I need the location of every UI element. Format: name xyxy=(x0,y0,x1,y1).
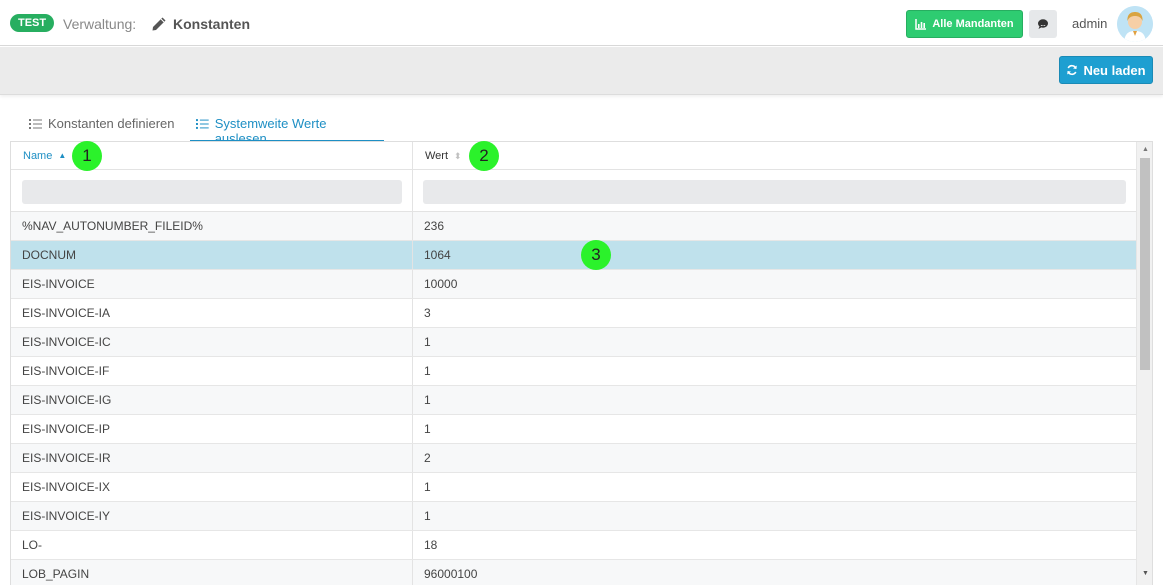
cell-wert: 10000 xyxy=(424,277,458,291)
cell-name: EIS-INVOICE-IR xyxy=(11,444,413,472)
cell-name: EIS-INVOICE-IF xyxy=(11,357,413,385)
column-header-label: Name xyxy=(23,150,53,162)
cell-wert: 18 xyxy=(424,538,438,552)
table-row[interactable]: EIS-INVOICE-IY 1 xyxy=(11,502,1136,531)
cell-wert: 1 xyxy=(424,509,431,523)
marker-2: 2 xyxy=(469,141,499,171)
cell-name: EIS-INVOICE-IG xyxy=(11,386,413,414)
tab-read-system-values[interactable]: Systemweite Werte auslesen xyxy=(190,112,384,146)
column-header-wert[interactable]: Wert ⬍ xyxy=(413,142,1136,170)
app-header: TEST Verwaltung: Konstanten Alle Mandant… xyxy=(0,0,1163,46)
cell-wert: 1 xyxy=(424,335,431,349)
table-row[interactable]: EIS-INVOICE-IA 3 xyxy=(11,299,1136,328)
table-row[interactable]: EIS-INVOICE-IX 1 xyxy=(11,473,1136,502)
list-icon xyxy=(196,119,209,129)
toolbar: Neu laden xyxy=(0,47,1163,95)
environment-badge: TEST xyxy=(10,14,55,32)
page-title: Konstanten xyxy=(173,16,250,32)
chart-icon xyxy=(915,19,927,30)
chat-button[interactable]: ... xyxy=(1029,10,1057,38)
all-clients-label: Alle Mandanten xyxy=(932,18,1014,30)
tab-bar: Konstanten definieren Systemweite Werte … xyxy=(0,104,1163,146)
wert-filter-input[interactable] xyxy=(423,180,1126,204)
svg-text:...: ... xyxy=(1040,22,1045,28)
cell-name: EIS-INVOICE-IY xyxy=(11,502,413,530)
cell-name: EIS-INVOICE-IX xyxy=(11,473,413,501)
cell-name: EIS-INVOICE-IA xyxy=(11,299,413,327)
cell-name: EIS-INVOICE xyxy=(11,270,413,298)
table-row[interactable]: EIS-INVOICE-IP 1 xyxy=(11,415,1136,444)
cell-name: DOCNUM xyxy=(11,241,413,269)
name-filter-input[interactable] xyxy=(22,180,402,204)
cell-name: %NAV_AUTONUMBER_FILEID% xyxy=(11,212,413,240)
list-icon xyxy=(29,119,42,129)
grid-rows: %NAV_AUTONUMBER_FILEID% 236 DOCNUM 1064 EIS-… xyxy=(11,212,1136,585)
marker-3: 3 xyxy=(581,240,611,270)
cell-wert: 1 xyxy=(424,480,431,494)
table-row[interactable]: LOB_PAGIN 96000100 xyxy=(11,560,1136,585)
scrollbar-thumb[interactable] xyxy=(1140,158,1150,370)
constants-grid: Name ▲ Wert ⬍ %NAV_AUTONUMBER_FILEID% 236 DO… xyxy=(10,141,1153,585)
user-name[interactable]: admin xyxy=(1072,16,1107,31)
comment-icon: ... xyxy=(1038,19,1048,29)
avatar[interactable] xyxy=(1117,6,1153,42)
filter-cell-name xyxy=(11,170,413,212)
table-row[interactable]: EIS-INVOICE-IR 2 xyxy=(11,444,1136,473)
table-row[interactable]: EIS-INVOICE-IF 1 xyxy=(11,357,1136,386)
table-row[interactable]: EIS-INVOICE-IC 1 xyxy=(11,328,1136,357)
cell-name: EIS-INVOICE-IP xyxy=(11,415,413,443)
sort-neutral-icon: ⬍ xyxy=(454,151,462,161)
tab-label: Konstanten definieren xyxy=(48,116,175,131)
cell-wert: 3 xyxy=(424,306,431,320)
tab-define-constants[interactable]: Konstanten definieren xyxy=(23,112,180,142)
sort-ascending-icon: ▲ xyxy=(58,151,67,160)
cell-name: LO- xyxy=(11,531,413,559)
cell-wert: 236 xyxy=(424,219,445,233)
cell-name: EIS-INVOICE-IC xyxy=(11,328,413,356)
cell-wert: 96000100 xyxy=(424,567,478,581)
filter-cell-wert xyxy=(413,170,1136,212)
grid-filter-row xyxy=(11,170,1136,212)
grid-header-row: Name ▲ Wert ⬍ xyxy=(11,142,1136,170)
breadcrumb-label: Verwaltung: xyxy=(63,16,137,32)
cell-name: LOB_PAGIN xyxy=(11,560,413,585)
reload-button[interactable]: Neu laden xyxy=(1059,56,1153,84)
refresh-icon xyxy=(1067,64,1078,76)
column-header-label: Wert xyxy=(425,150,449,162)
scroll-down-arrow-icon[interactable]: ▼ xyxy=(1137,566,1152,581)
scroll-up-arrow-icon[interactable]: ▲ xyxy=(1137,142,1152,157)
table-row[interactable]: %NAV_AUTONUMBER_FILEID% 236 xyxy=(11,212,1136,241)
cell-wert: 1 xyxy=(424,422,431,436)
cell-wert: 2 xyxy=(424,451,431,465)
cell-wert: 1 xyxy=(424,393,431,407)
pencil-icon xyxy=(152,17,166,31)
reload-label: Neu laden xyxy=(1083,62,1146,78)
marker-1: 1 xyxy=(72,141,102,171)
cell-wert: 1064 xyxy=(424,248,451,262)
all-clients-button[interactable]: Alle Mandanten xyxy=(906,10,1023,38)
user-avatar-icon xyxy=(1117,6,1153,42)
table-row[interactable]: LO- 18 xyxy=(11,531,1136,560)
vertical-scrollbar[interactable]: ▲ ▼ xyxy=(1136,142,1152,585)
table-row[interactable]: EIS-INVOICE-IG 1 xyxy=(11,386,1136,415)
table-row[interactable]: EIS-INVOICE 10000 xyxy=(11,270,1136,299)
cell-wert: 1 xyxy=(424,364,431,378)
table-row[interactable]: DOCNUM 1064 xyxy=(11,241,1136,270)
